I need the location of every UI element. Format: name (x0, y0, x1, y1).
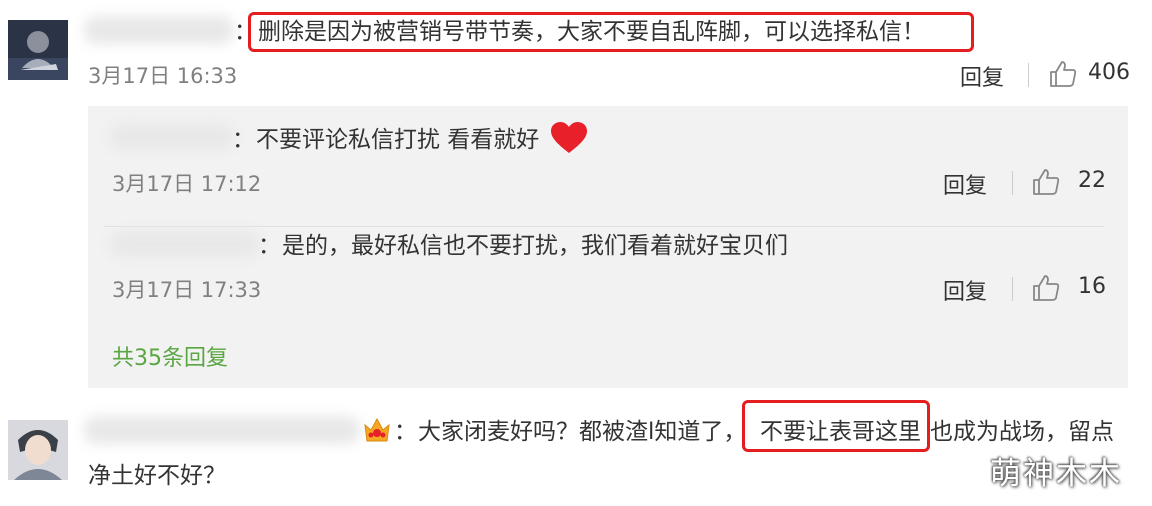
watermark: 萌神木木 (990, 456, 1122, 492)
like-count: 22 (1078, 168, 1106, 193)
username-redacted[interactable] (110, 231, 260, 257)
thumbs-up-icon[interactable] (1031, 273, 1061, 303)
highlight-box (742, 400, 930, 452)
name-colon: ： (258, 233, 281, 259)
comment-text-part2: 也成为战场，留点 (930, 419, 1114, 445)
action-divider (1012, 171, 1013, 195)
comment-text-part1: 大家闭麦好吗？都被渣l知道了， (418, 419, 747, 445)
like-count: 16 (1078, 274, 1106, 299)
username-redacted[interactable] (84, 16, 234, 44)
crown-badge-icon (364, 417, 390, 442)
comment-avatar[interactable] (8, 20, 68, 80)
reply-timestamp: 3月17日 17:33 (112, 278, 262, 302)
view-all-replies-link[interactable]: 共35条回复 (112, 340, 228, 372)
comment-timestamp: 3月17日 16:33 (88, 64, 238, 88)
name-colon: ： (394, 419, 417, 445)
like-count: 406 (1088, 60, 1130, 85)
highlight-box (248, 12, 974, 52)
username-redacted[interactable] (84, 416, 360, 444)
reply-text: 是的，最好私信也不要打扰，我们看着就好宝贝们 (282, 233, 788, 259)
comment-text-line2: 净土好不好？ (88, 463, 226, 489)
reply-button[interactable]: 回复 (943, 274, 987, 306)
comment-avatar[interactable] (8, 420, 68, 480)
thumbs-up-icon[interactable] (1048, 59, 1078, 89)
reply-timestamp: 3月17日 17:12 (112, 172, 262, 196)
action-divider (1028, 63, 1029, 87)
reply-divider (104, 226, 1104, 227)
username-redacted[interactable] (110, 124, 234, 150)
thumbs-up-icon[interactable] (1031, 167, 1061, 197)
reply-button[interactable]: 回复 (960, 60, 1004, 92)
action-divider (1012, 277, 1013, 301)
reply-text: 不要评论私信打扰 看看就好 (256, 127, 540, 153)
reply-button[interactable]: 回复 (943, 168, 987, 200)
red-heart-icon (551, 122, 587, 153)
name-colon: ： (232, 127, 255, 153)
